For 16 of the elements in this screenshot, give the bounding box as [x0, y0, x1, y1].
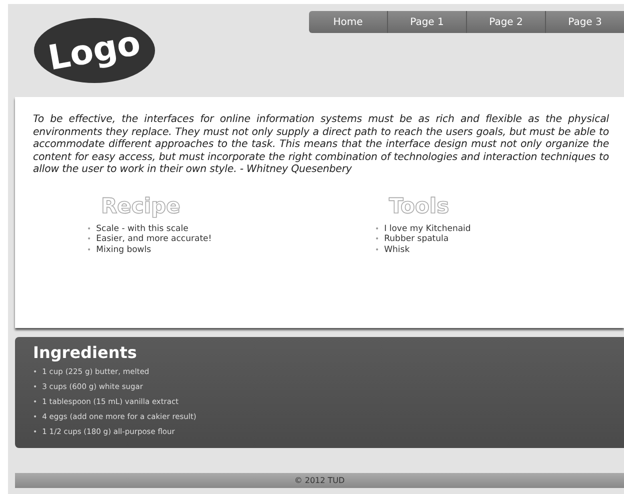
nav-link[interactable]: Page 2: [466, 11, 545, 33]
list-item: Rubber spatula: [384, 234, 449, 244]
list-item: Scale - with this scale: [96, 224, 188, 234]
nav-link[interactable]: Page 3: [545, 11, 624, 33]
column-title: Tools: [389, 194, 450, 218]
list-item: Mixing bowls: [96, 244, 152, 255]
ingredients-title: Ingredients: [33, 343, 138, 362]
nav-link[interactable]: Page 1: [387, 11, 466, 33]
list-item: I love my Kitchenaid: [384, 224, 471, 234]
copyright-text: © 2012 TUD: [294, 476, 345, 485]
nav-link[interactable]: Home: [309, 11, 387, 33]
list-item: Easier, and more accurate!: [96, 234, 212, 244]
list-item: Whisk: [384, 244, 410, 255]
logo-text: Logo: [45, 22, 144, 78]
quote-text: To be effective, the interfaces for online information systems must be as rich and flexible as the physical environments they replace. They must not only supply a direct path to reach the users goals, but must be able to accommodate different approaches to the task. This means that the interface design must not only organize the content for easy access, but must incorporate the right combination of technologies and interaction techniques to allow the user to work in their own style. - Whitney Quesenbery: [33, 114, 609, 176]
column-title: Recipe: [101, 194, 182, 218]
